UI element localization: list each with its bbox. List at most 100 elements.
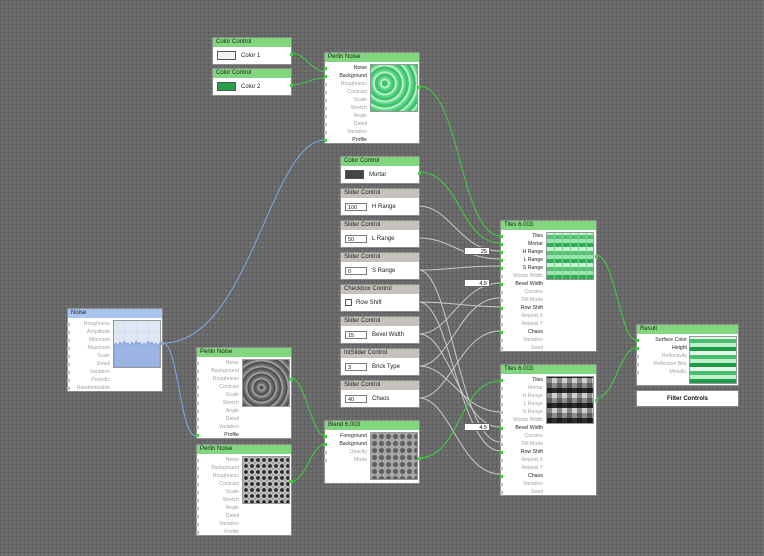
pin-s-range[interactable]: S Range [500, 408, 543, 416]
pin-amplitude[interactable]: Amplitude [67, 328, 110, 336]
pin-reflectivity[interactable]: Reflectivity [636, 352, 687, 360]
bevel-width-value[interactable]: 4.5 [464, 423, 490, 431]
pin-corners[interactable]: Corners [500, 288, 543, 296]
output-port[interactable] [595, 399, 598, 402]
color-swatch[interactable] [345, 170, 364, 179]
pin-noise[interactable]: Noise [324, 64, 367, 72]
pin-row-shift[interactable]: Row Shift [500, 304, 543, 312]
output-port[interactable] [290, 84, 293, 87]
pin-stretch[interactable]: Stretch [324, 104, 367, 112]
tiles-node-1[interactable]: Tiles 6.003 Tiles Mortar H Range L Range… [500, 220, 598, 352]
filter-controls-button[interactable]: Filter Controls [636, 390, 739, 407]
pin-repeat-y[interactable]: Repeat Y [500, 464, 543, 472]
pin-metallic[interactable]: Metallic [636, 368, 687, 376]
pin-contrast[interactable]: Contrast [196, 383, 239, 391]
output-port[interactable] [418, 86, 421, 89]
pin-h-range[interactable]: H Range [500, 392, 543, 400]
color-swatch[interactable] [217, 51, 236, 60]
pin-bevel-width[interactable]: Bevel Width [500, 424, 543, 432]
slider-control-h-range[interactable]: Slider Control 100 H Range [340, 188, 420, 216]
pin-seed[interactable]: Seed [500, 488, 543, 496]
perlin-noise-node-low[interactable]: Perlin Noise Noise Background Roughness … [196, 444, 293, 536]
pin-randomizable[interactable]: Randomizable [67, 384, 110, 392]
pin-stretch[interactable]: Stretch [196, 496, 239, 504]
value-field[interactable]: 0 [345, 266, 367, 275]
output-port[interactable] [290, 53, 293, 56]
pin-angle[interactable]: Angle [196, 407, 239, 415]
blend-node[interactable]: Blend 6.003 Foreground Background Opacit… [324, 420, 421, 484]
pin-detail[interactable]: Detail [196, 512, 239, 520]
value-field[interactable]: 15 [345, 330, 367, 339]
color-control-node-mortar[interactable]: Color Control Mortar [340, 156, 421, 184]
pin-contrast[interactable]: Contrast [196, 480, 239, 488]
pin-background[interactable]: Background [324, 440, 367, 448]
perlin-noise-node-top[interactable]: Perlin Noise Noise Background Roughness … [324, 52, 421, 144]
pin-row-shift[interactable]: Row Shift [500, 448, 543, 456]
pin-seed[interactable]: Seed [500, 344, 543, 352]
noise-node[interactable]: Noise Roughness Amplitude Minimum Maximu… [67, 308, 164, 392]
pin-roughness[interactable]: Roughness [324, 80, 367, 88]
pin-tiles[interactable]: Tiles [500, 376, 543, 384]
pin-foreground[interactable]: Foreground [324, 432, 367, 440]
pin-surface-color[interactable]: Surface Color [636, 336, 687, 344]
pin-detail[interactable]: Detail [324, 120, 367, 128]
output-port[interactable] [418, 172, 421, 175]
pin-scale[interactable]: Scale [196, 488, 239, 496]
pin-angle[interactable]: Angle [324, 112, 367, 120]
pin-chaos[interactable]: Chaos [500, 472, 543, 480]
pin-h-range[interactable]: H Range [500, 248, 543, 256]
pin-angle[interactable]: Angle [196, 504, 239, 512]
pin-repeat-x[interactable]: Repeat X [500, 456, 543, 464]
slider-control-chaos[interactable]: Slider Control 40 Chaos [340, 380, 420, 408]
checkbox[interactable] [345, 299, 352, 306]
pin-scale[interactable]: Scale [196, 391, 239, 399]
pin-variation[interactable]: Variation [500, 480, 543, 488]
pin-roughness[interactable]: Roughness [196, 472, 239, 480]
pin-mortar[interactable]: Mortar [500, 240, 543, 248]
pin-profile[interactable]: Profile [324, 136, 367, 144]
pin-repeat-x[interactable]: Repeat X [500, 312, 543, 320]
pin-scale[interactable]: Scale [67, 352, 110, 360]
pin-profile[interactable]: Profile [196, 431, 239, 439]
pin-height[interactable]: Height [636, 344, 687, 352]
pin-bevel-width[interactable]: Bevel Width [500, 280, 543, 288]
output-port[interactable] [418, 457, 421, 460]
pin-l-range[interactable]: L Range [500, 256, 543, 264]
pin-detail[interactable]: Detail [67, 360, 110, 368]
pin-contrast[interactable]: Contrast [324, 88, 367, 96]
mortar-width-value[interactable]: 4.5 [464, 279, 490, 287]
color-swatch[interactable] [217, 82, 236, 91]
value-field[interactable]: 3 [345, 362, 367, 371]
pin-s-range[interactable]: S Range [500, 264, 543, 272]
pin-fill-mode[interactable]: Fill Mode [500, 296, 543, 304]
output-port[interactable] [161, 342, 164, 345]
pin-opacity[interactable]: Opacity [324, 448, 367, 456]
pin-minimum[interactable]: Minimum [67, 336, 110, 344]
pin-l-range[interactable]: L Range [500, 400, 543, 408]
pin-mortar[interactable]: Mortar [500, 384, 543, 392]
pin-repeat-y[interactable]: Repeat Y [500, 320, 543, 328]
pin-profile[interactable]: Profile [196, 528, 239, 536]
color-control-node-1[interactable]: Color Control Color 1 [212, 37, 293, 65]
pin-tiles[interactable]: Tiles [500, 232, 543, 240]
pin-variation[interactable]: Variation [196, 520, 239, 528]
pin-roughness[interactable]: Roughness [67, 320, 110, 328]
value-field[interactable]: 100 [345, 202, 367, 211]
pin-corners[interactable]: Corners [500, 432, 543, 440]
pin-noise[interactable]: Noise [196, 359, 239, 367]
color-control-node-2[interactable]: Color Control Color 2 [212, 68, 293, 96]
intslider-control-brick-type[interactable]: IntSlider Control 3 Brick Type [340, 348, 420, 376]
pin-variation[interactable]: Variation [196, 423, 239, 431]
pin-detail[interactable]: Detail [196, 415, 239, 423]
output-port[interactable] [290, 378, 293, 381]
perlin-noise-node-middle[interactable]: Perlin Noise Noise Background Roughness … [196, 347, 293, 439]
pin-mode[interactable]: Mode [324, 456, 367, 464]
pin-periodic[interactable]: Periodic [67, 376, 110, 384]
slider-control-bevel-width[interactable]: Slider Control 15 Bevel Width [340, 316, 420, 344]
checkbox-control-row-shift[interactable]: Checkbox Control Row Shift [340, 284, 420, 312]
pin-variation[interactable]: Variation [324, 128, 367, 136]
pin-scale[interactable]: Scale [324, 96, 367, 104]
pin-background[interactable]: Background [196, 464, 239, 472]
output-port[interactable] [595, 255, 598, 258]
pin-stretch[interactable]: Stretch [196, 399, 239, 407]
